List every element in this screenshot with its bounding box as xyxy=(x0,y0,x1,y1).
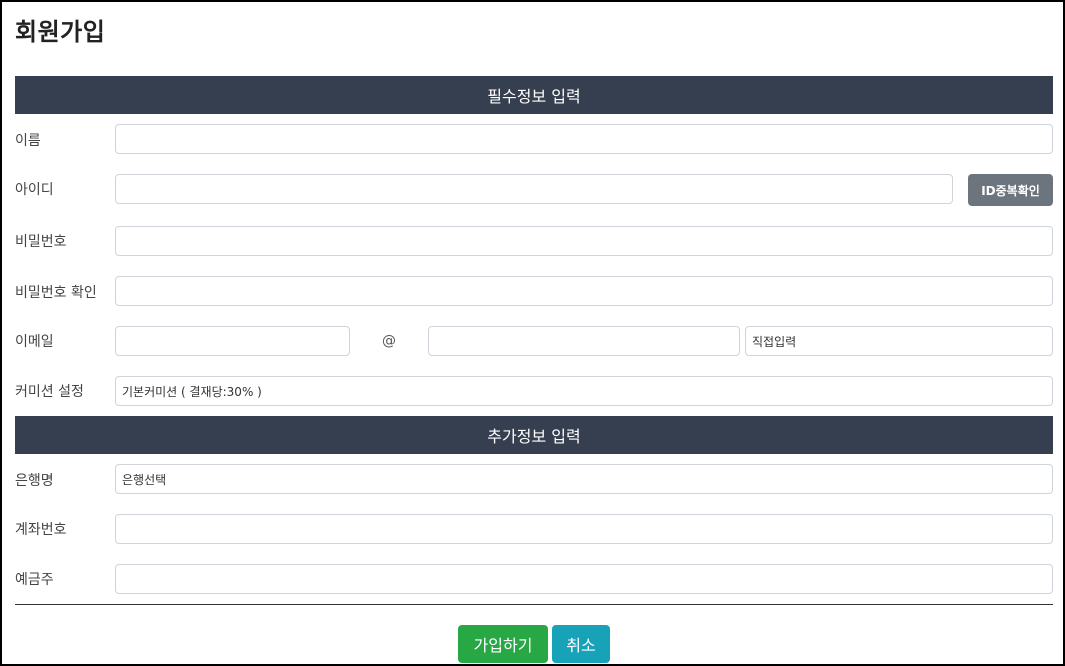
userid-label: 아이디 xyxy=(15,182,54,198)
required-section-header: 필수정보 입력 xyxy=(15,76,1053,114)
name-input[interactable] xyxy=(115,124,1053,154)
form-divider xyxy=(15,604,1053,605)
password-label: 비밀번호 xyxy=(15,234,67,250)
userid-input[interactable] xyxy=(115,174,953,204)
commission-label: 커미션 설정 xyxy=(15,384,84,400)
account-label: 계좌번호 xyxy=(15,522,67,538)
email-local-input[interactable] xyxy=(115,326,350,356)
id-duplicate-check-button[interactable]: ID중복확인 xyxy=(968,174,1053,206)
email-domain-input[interactable] xyxy=(428,326,740,356)
account-input[interactable] xyxy=(115,514,1053,544)
password-confirm-input[interactable] xyxy=(115,276,1053,306)
optional-section-header: 추가정보 입력 xyxy=(15,416,1053,454)
cancel-button[interactable]: 취소 xyxy=(552,625,610,663)
commission-select[interactable]: 기본커미션 ( 결재당:30% ) xyxy=(115,376,1053,406)
join-button[interactable]: 가입하기 xyxy=(458,625,548,663)
holder-label: 예금주 xyxy=(15,572,54,588)
name-label: 이름 xyxy=(15,133,41,149)
holder-input[interactable] xyxy=(115,564,1053,594)
email-at-sign: @ xyxy=(382,333,396,349)
email-label: 이메일 xyxy=(15,334,54,350)
bank-label: 은행명 xyxy=(15,473,54,489)
password-input[interactable] xyxy=(115,226,1053,256)
email-domain-select[interactable]: 직접입력 xyxy=(745,326,1053,356)
bank-select[interactable]: 은행선택 xyxy=(115,464,1053,494)
password-confirm-label: 비밀번호 확인 xyxy=(15,285,97,301)
page-title: 회원가입 xyxy=(15,18,106,46)
